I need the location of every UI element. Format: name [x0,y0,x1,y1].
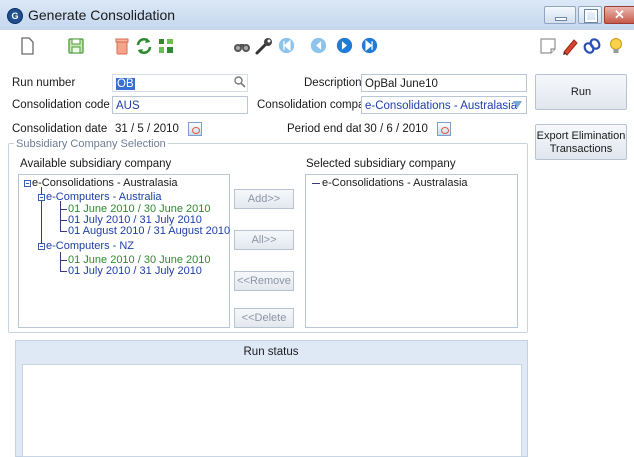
consolidation-date-value: 31 / 5 / 2010 [115,123,179,135]
remove-button[interactable]: <<Remove [234,271,294,291]
description-label: Description [304,77,362,89]
consolidation-company-value: e-Consolidations - Australasia [365,100,518,112]
consolidation-code-value: AUS [116,100,140,112]
lightbulb-icon[interactable] [606,36,626,56]
consolidation-company-label: Consolidation company [257,99,377,111]
tree-line [60,260,67,261]
toolbar [0,30,634,60]
period-end-date-label: Period end date [287,123,369,135]
tool-icon[interactable] [254,36,274,56]
selected-subsidiary-label: Selected subsidiary company [306,158,456,170]
export-button-line1: Export Elimination [536,130,626,142]
selected-item[interactable]: e-Consolidations - Australasia [322,177,468,189]
period-end-date-value: 30 / 6 / 2010 [364,123,428,135]
refresh-icon[interactable] [134,36,154,56]
pencil-icon[interactable] [560,36,580,56]
tree-line [312,183,320,184]
collapse-nz-icon[interactable] [38,243,45,250]
consolidation-date-calendar-icon[interactable] [188,122,202,136]
layout-icon[interactable] [156,36,176,56]
run-status-log[interactable] [22,364,522,457]
run-number-field[interactable]: OB [112,74,248,92]
tree-line [60,271,67,272]
consolidation-date-label: Consolidation date [12,123,108,135]
tree-line [60,252,61,271]
minimize-button[interactable] [544,6,576,24]
export-button-line2: Transactions [549,143,613,155]
add-button-label: Add>> [247,193,281,205]
maximize-button[interactable] [578,6,602,24]
subsidiary-selection-title: Subsidiary Company Selection [14,138,168,150]
run-status-header: Run status [243,346,299,358]
collapse-australia-icon[interactable] [38,194,45,201]
delete-button[interactable]: <<Delete [234,308,294,328]
previous-record-icon[interactable] [310,37,327,54]
run-button[interactable]: Run [535,74,627,110]
window-title: Generate Consolidation [28,7,176,23]
tree-line [60,231,67,232]
consolidation-company-dropdown[interactable]: e-Consolidations - Australasia [361,96,527,114]
binoculars-icon[interactable] [232,36,252,56]
delete-icon[interactable] [112,36,132,56]
last-record-icon[interactable] [361,37,378,54]
chevron-down-icon[interactable] [512,100,523,110]
next-record-icon[interactable] [336,37,353,54]
tree-line [60,220,67,221]
run-number-label: Run number [12,77,76,89]
tree-line [60,201,61,231]
run-button-label: Run [570,86,592,98]
collapse-root-icon[interactable] [24,180,31,187]
tree-root-item[interactable]: e-Consolidations - Australasia [32,177,178,189]
tree-item-australia[interactable]: e-Computers - Australia [46,191,162,203]
run-number-value: OB [116,78,135,90]
new-icon[interactable] [17,36,37,56]
tree-period-item[interactable]: 01 August 2010 / 31 August 2010 [68,225,230,237]
search-icon[interactable] [233,75,247,89]
consolidation-code-label: Consolidation code [12,99,110,111]
app-logo-icon: G [7,8,23,24]
remove-button-label: <<Remove [237,275,291,287]
close-button[interactable] [604,6,634,24]
add-all-button[interactable]: All>> [234,230,294,250]
tree-item-nz[interactable]: e-Computers - NZ [46,240,134,252]
tree-line [60,209,67,210]
save-icon[interactable] [66,36,86,56]
consolidation-code-field[interactable]: AUS [112,96,248,114]
delete-button-label: <<Delete [241,312,287,324]
first-record-icon[interactable] [278,37,295,54]
period-end-date-calendar-icon[interactable] [437,122,451,136]
add-button[interactable]: Add>> [234,189,294,209]
note-icon[interactable] [538,36,558,56]
export-elimination-button[interactable]: Export Elimination Transactions [535,124,627,160]
description-field[interactable]: OpBal June10 [361,74,527,92]
available-subsidiary-label: Available subsidiary company [20,158,172,170]
description-value: OpBal June10 [365,78,438,90]
selected-subsidiary-list[interactable] [305,174,518,328]
add-all-button-label: All>> [251,234,277,246]
tree-period-item[interactable]: 01 July 2010 / 31 July 2010 [68,265,202,277]
link-icon[interactable] [582,36,602,56]
